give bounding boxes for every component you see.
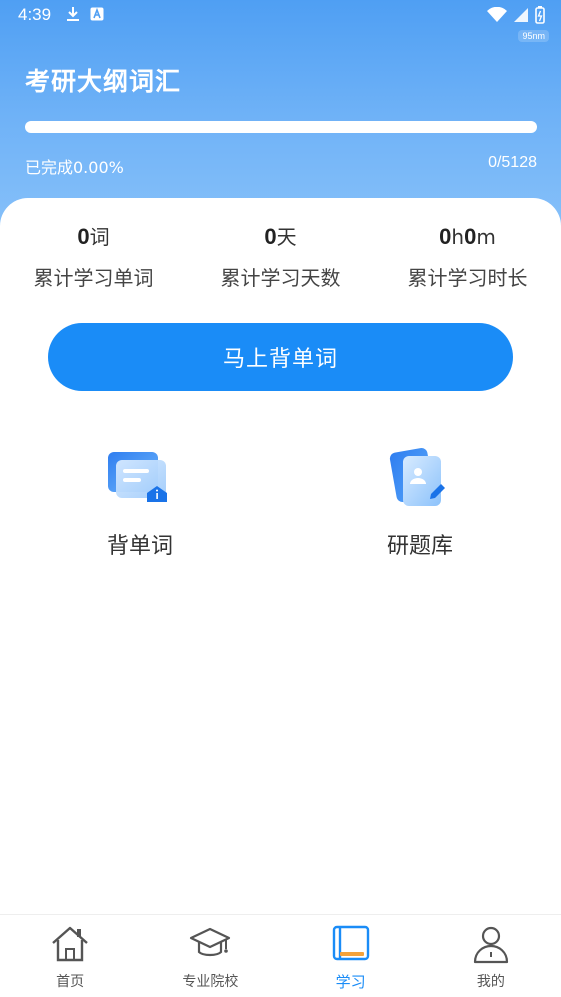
stat-minutes-value: 0	[464, 224, 477, 249]
tab-profile-label: 我的	[476, 974, 505, 990]
stat-hours-unit: h	[451, 225, 465, 249]
tab-home-label: 首页	[56, 974, 85, 990]
net-speed-badge: 95nm	[518, 30, 549, 42]
download-icon	[67, 7, 79, 21]
signal-icon	[514, 8, 528, 22]
feature-question-bank-label: 研题库	[386, 534, 453, 559]
start-memorizing-button[interactable]: 马上背单词	[48, 323, 513, 391]
tab-schools[interactable]: 专业院校	[140, 915, 280, 997]
progress-bar	[25, 121, 537, 133]
progress-count: 0/5128	[488, 154, 537, 171]
status-time: 4:39	[18, 5, 52, 24]
bottom-tab-bar: 首页 专业院校 学习 我的	[0, 914, 561, 997]
battery-icon	[535, 6, 545, 24]
home-icon	[52, 926, 88, 962]
stat-words-label: 累计学习单词	[33, 266, 154, 290]
stat-days-value: 0	[264, 224, 277, 249]
stat-days-unit: 天	[276, 225, 297, 249]
question-bank-icon	[389, 448, 445, 506]
tab-study-label: 学习	[335, 973, 366, 991]
a-icon	[90, 7, 104, 21]
progress-label: 已完成0.00%	[25, 158, 124, 177]
stat-minutes-unit: m	[476, 225, 496, 249]
stat-days: 0天 累计学习天数	[187, 222, 374, 291]
stat-words-unit: 词	[89, 225, 110, 249]
tab-study[interactable]: 学习	[281, 915, 421, 997]
stat-hours-value: 0	[439, 224, 452, 249]
book-icon	[332, 925, 369, 961]
stat-words-value: 0	[77, 224, 90, 249]
tab-profile[interactable]: 我的	[421, 915, 561, 997]
stats-row: 0词 累计学习单词 0天 累计学习天数 0h0m 累计学习时长	[0, 222, 561, 291]
page-title: 考研大纲词汇	[25, 67, 182, 96]
stat-duration: 0h0m 累计学习时长	[374, 222, 561, 291]
stat-days-label: 累计学习天数	[220, 266, 341, 290]
feature-vocabulary-label: 背单词	[106, 534, 173, 559]
tab-home[interactable]: 首页	[0, 915, 140, 997]
user-icon	[473, 926, 508, 964]
feature-question-bank[interactable]: 研题库	[350, 448, 490, 560]
feature-vocabulary[interactable]: 背单词	[70, 448, 210, 560]
status-bar: 4:39 95nm	[0, 0, 561, 42]
flashcard-icon	[108, 452, 167, 502]
stat-words: 0词 累计学习单词	[0, 222, 187, 291]
feature-grid: 背单词 研题库	[0, 448, 561, 568]
tab-schools-label: 专业院校	[182, 974, 239, 990]
graduation-cap-icon	[190, 927, 231, 957]
wifi-icon	[487, 7, 507, 22]
main-card: 0词 累计学习单词 0天 累计学习天数 0h0m 累计学习时长 马上背单词 背单…	[0, 198, 561, 914]
stat-duration-label: 累计学习时长	[407, 266, 528, 290]
